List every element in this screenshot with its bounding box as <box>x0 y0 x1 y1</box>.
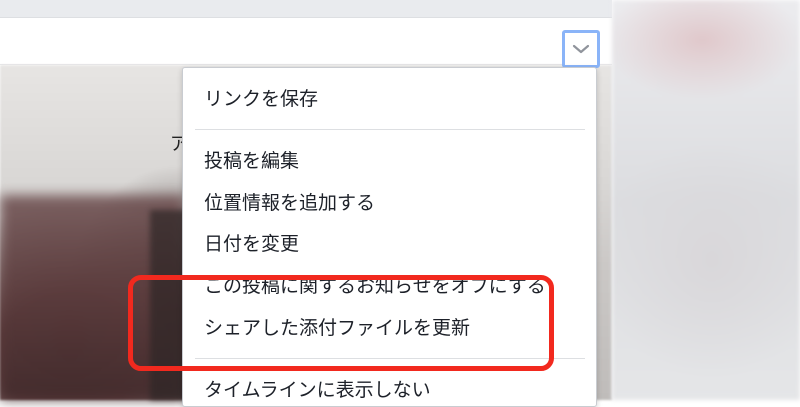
menu-item-edit-post[interactable]: 投稿を編集 <box>204 149 299 173</box>
side-panel-blurred <box>612 0 800 400</box>
menu-separator <box>195 129 585 130</box>
menu-separator <box>195 358 585 359</box>
menu-item-add-location[interactable]: 位置情報を追加する <box>204 191 375 215</box>
top-bar <box>0 0 612 18</box>
menu-item-turn-off-notifications[interactable]: この投稿に関するお知らせをオフにする <box>204 274 576 298</box>
chevron-down-icon <box>572 40 590 59</box>
menu-item-update-attachment[interactable]: シェアした添付ファイルを更新 <box>204 316 470 340</box>
menu-item-save-link[interactable]: リンクを保存 <box>204 87 318 111</box>
menu-item-hide-from-timeline[interactable]: タイムラインに表示しない <box>204 378 431 402</box>
post-options-menu: リンクを保存 投稿を編集 位置情報を追加する 日付を変更 この投稿に関するお知ら… <box>182 67 597 407</box>
menu-item-change-date[interactable]: 日付を変更 <box>204 232 299 256</box>
post-options-button[interactable] <box>562 30 600 68</box>
post-header <box>0 18 612 65</box>
